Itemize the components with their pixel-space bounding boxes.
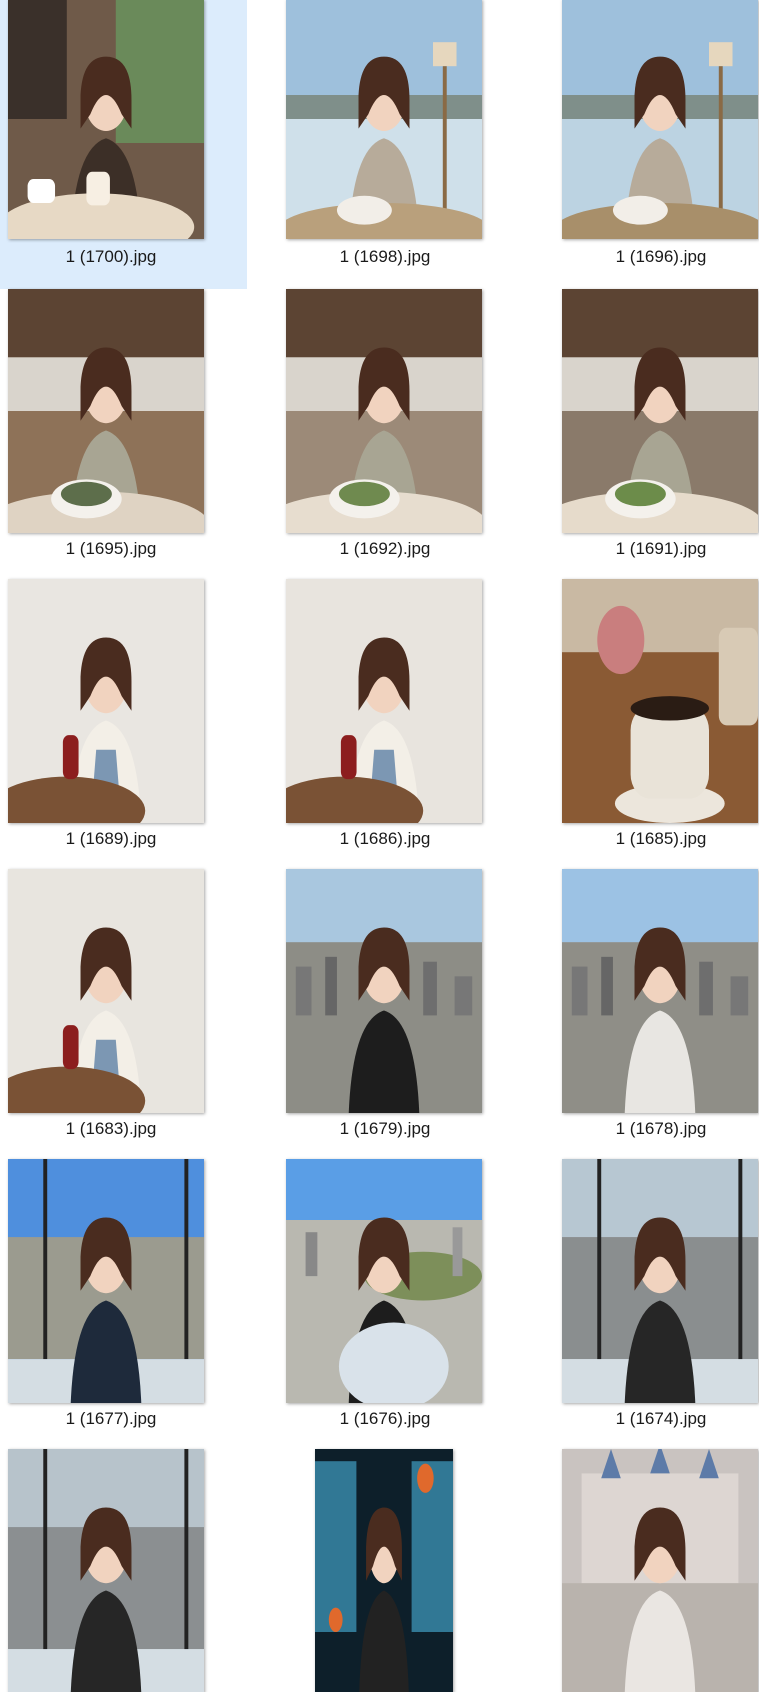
thumbnail-image	[286, 579, 482, 823]
thumbnail-image	[562, 869, 758, 1113]
file-item[interactable]: 1 (1678).jpg	[523, 869, 759, 1159]
thumbnail-image	[8, 1159, 204, 1403]
thumbnail-image	[562, 1449, 758, 1692]
file-name-label: 1 (1695).jpg	[65, 539, 157, 558]
file-name-label: 1 (1679).jpg	[339, 1119, 431, 1138]
file-name-label: 1 (1685).jpg	[615, 829, 707, 848]
file-name-label: 1 (1698).jpg	[339, 247, 431, 266]
thumbnail-grid: 1 (1700).jpg 1 (1698).jpg 1 (1696).jpg 1…	[0, 0, 759, 1692]
file-item[interactable]: 1 (1691).jpg	[523, 289, 759, 579]
file-item[interactable]: 1 (1685).jpg	[523, 579, 759, 869]
thumbnail-image	[562, 0, 758, 239]
thumbnail-image	[286, 1159, 482, 1403]
file-item[interactable]: 1 (1689).jpg	[0, 579, 247, 869]
thumbnail-image	[562, 579, 758, 823]
thumbnail-image	[8, 0, 204, 239]
file-name-label: 1 (1674).jpg	[615, 1409, 707, 1428]
file-name-label: 1 (1678).jpg	[615, 1119, 707, 1138]
file-name-label: 1 (1689).jpg	[65, 829, 157, 848]
file-item[interactable]: 1 (1698).jpg	[247, 0, 523, 289]
file-item[interactable]	[523, 1449, 759, 1692]
file-name-label: 1 (1683).jpg	[65, 1119, 157, 1138]
file-item[interactable]: 1 (1676).jpg	[247, 1159, 523, 1449]
thumbnail-image	[286, 289, 482, 533]
file-name-label: 1 (1691).jpg	[615, 539, 707, 558]
thumbnail-image	[562, 1159, 758, 1403]
thumbnail-image	[8, 289, 204, 533]
file-name-label: 1 (1700).jpg	[65, 247, 157, 266]
file-explorer-content: 1 (1700).jpg 1 (1698).jpg 1 (1696).jpg 1…	[0, 0, 759, 1692]
file-item[interactable]: 1 (1679).jpg	[247, 869, 523, 1159]
file-item[interactable]: 1 (1677).jpg	[0, 1159, 247, 1449]
thumbnail-image	[286, 0, 482, 239]
thumbnail-image	[8, 579, 204, 823]
file-name-label: 1 (1676).jpg	[339, 1409, 431, 1428]
thumbnail-image	[286, 869, 482, 1113]
file-item[interactable]: 1 (1700).jpg	[0, 0, 247, 289]
thumbnail-image	[8, 869, 204, 1113]
thumbnail-image	[562, 289, 758, 533]
file-item[interactable]: 1 (1674).jpg	[523, 1159, 759, 1449]
file-name-label: 1 (1692).jpg	[339, 539, 431, 558]
thumbnail-image	[8, 1449, 204, 1692]
file-item[interactable]	[0, 1449, 247, 1692]
file-name-label: 1 (1686).jpg	[339, 829, 431, 848]
file-item[interactable]: 1 (1683).jpg	[0, 869, 247, 1159]
file-name-label: 1 (1696).jpg	[615, 247, 707, 266]
file-item[interactable]: 1 (1686).jpg	[247, 579, 523, 869]
file-item[interactable]: 1 (1692).jpg	[247, 289, 523, 579]
thumbnail-image	[315, 1449, 453, 1692]
file-item[interactable]	[247, 1449, 523, 1692]
file-item[interactable]: 1 (1696).jpg	[523, 0, 759, 289]
file-name-label: 1 (1677).jpg	[65, 1409, 157, 1428]
file-item[interactable]: 1 (1695).jpg	[0, 289, 247, 579]
